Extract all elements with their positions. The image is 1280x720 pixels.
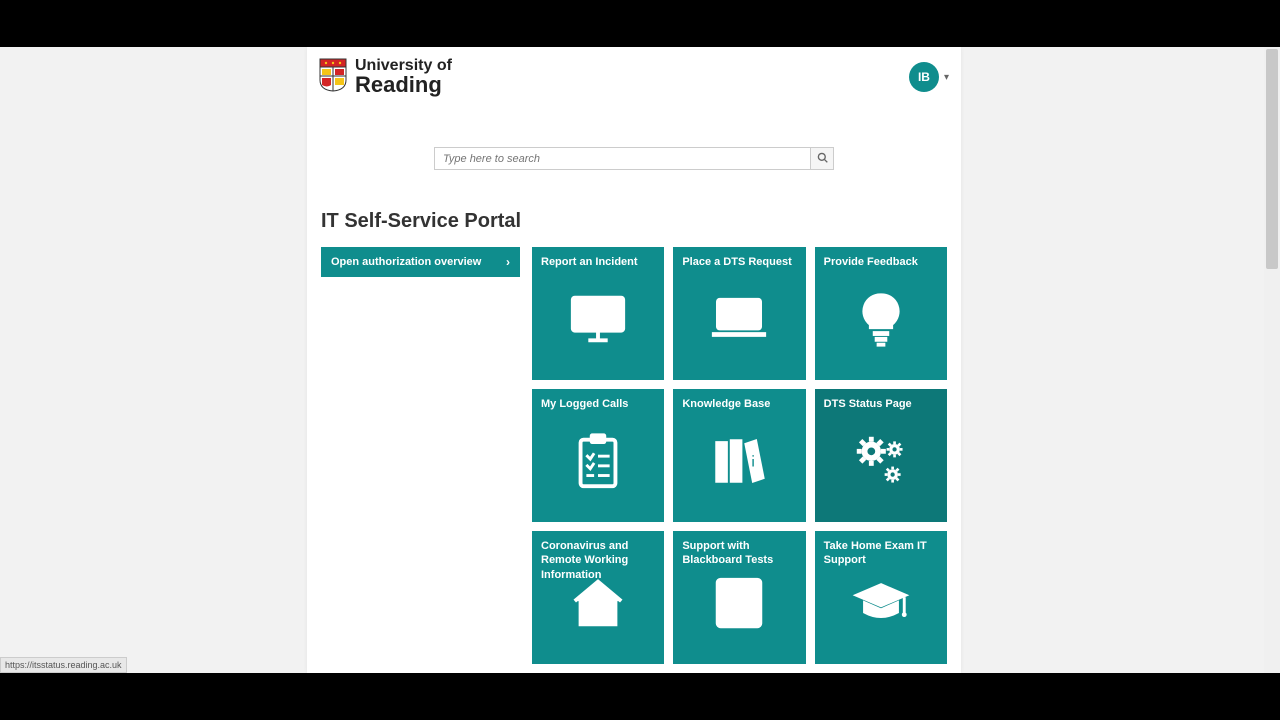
tile-label: Report an Incident	[532, 247, 664, 269]
tile-grid: Report an Incident Place a DTS Request	[532, 247, 947, 673]
status-url: https://itsstatus.reading.ac.uk	[5, 660, 122, 670]
laptop-globe-icon	[705, 285, 773, 353]
svg-text:i: i	[751, 451, 756, 471]
search-icon	[817, 150, 828, 168]
tile-coronavirus-remote[interactable]: Coronavirus and Remote Working Informati…	[532, 531, 664, 664]
list-icon	[705, 569, 773, 637]
scroll-thumb[interactable]	[1266, 49, 1278, 269]
logo[interactable]: University of Reading	[319, 58, 452, 97]
search-input[interactable]	[434, 147, 811, 170]
search-area	[307, 147, 961, 170]
clipboard-check-icon	[564, 427, 632, 495]
graduation-cap-icon	[847, 569, 915, 637]
user-menu[interactable]: IB ▾	[909, 62, 949, 92]
tile-label: Place a DTS Request	[673, 247, 805, 269]
tile-place-dts-request[interactable]: Place a DTS Request	[673, 247, 805, 380]
tile-label: DTS Status Page	[815, 389, 947, 411]
lightbulb-icon	[847, 285, 915, 353]
tile-dts-status-page[interactable]: DTS Status Page	[815, 389, 947, 522]
tile-blackboard-tests[interactable]: Support with Blackboard Tests	[673, 531, 805, 664]
scrollbar[interactable]	[1264, 47, 1280, 673]
chevron-right-icon: ›	[506, 255, 510, 269]
tile-take-home-exam[interactable]: Take Home Exam IT Support	[815, 531, 947, 664]
avatar: IB	[909, 62, 939, 92]
tile-knowledge-base[interactable]: Knowledge Base i	[673, 389, 805, 522]
tile-report-incident[interactable]: Report an Incident	[532, 247, 664, 380]
tile-provide-feedback[interactable]: Provide Feedback	[815, 247, 947, 380]
monitor-broken-icon	[564, 285, 632, 353]
tile-my-logged-calls[interactable]: My Logged Calls	[532, 389, 664, 522]
tile-label: Support with Blackboard Tests	[673, 531, 805, 568]
tile-label: My Logged Calls	[532, 389, 664, 411]
open-authorization-button[interactable]: Open authorization overview ›	[321, 247, 520, 277]
gears-icon	[847, 427, 915, 495]
auth-button-label: Open authorization overview	[331, 256, 481, 268]
page-title: IT Self-Service Portal	[321, 210, 961, 233]
header: University of Reading IB ▾	[307, 47, 961, 107]
books-icon: i	[705, 427, 773, 495]
search-button[interactable]	[811, 147, 834, 170]
page-container: University of Reading IB ▾ IT Self-Servi…	[307, 47, 961, 673]
home-user-icon	[564, 569, 632, 637]
shield-icon	[319, 58, 347, 97]
search-box	[434, 147, 834, 170]
tile-label: Provide Feedback	[815, 247, 947, 269]
chevron-down-icon: ▾	[944, 72, 949, 83]
tile-label: Knowledge Base	[673, 389, 805, 411]
tile-label: Take Home Exam IT Support	[815, 531, 947, 568]
status-bar: https://itsstatus.reading.ac.uk	[0, 657, 127, 673]
brand-line2: Reading	[355, 74, 452, 96]
brand-text: University of Reading	[355, 58, 452, 96]
